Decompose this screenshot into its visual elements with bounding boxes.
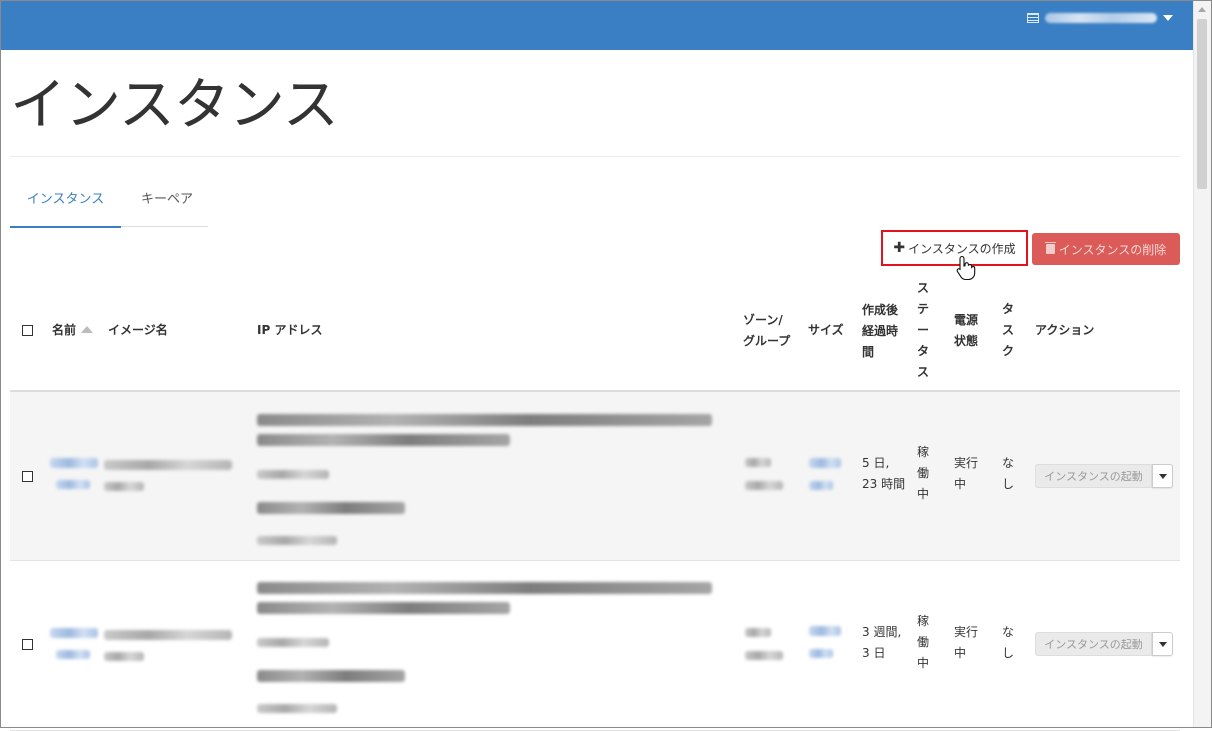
zone-redacted-2 [745,481,783,490]
vertical-scrollbar[interactable] [1193,1,1211,727]
caret-down-icon [1159,474,1167,479]
tab-instances[interactable]: インスタンス [10,182,121,228]
image-name-redacted [104,460,232,470]
ip-address-redacted-2 [257,602,510,614]
start-instance-button[interactable]: インスタンスの起動 [1035,632,1152,656]
size-redacted-2[interactable] [809,481,833,490]
power-state-cell: 実行 中 [954,456,979,491]
user-menu[interactable] [1027,13,1173,23]
size-redacted[interactable] [809,626,841,636]
ip-address-redacted-2 [257,434,510,446]
page-title: インスタンス [10,73,339,138]
hand-pointer-cursor-icon [956,255,976,281]
column-age-header[interactable]: 作成後 経過時 間 [862,300,898,363]
column-zone-header[interactable]: ゾーン/ グループ [743,310,790,352]
create-instance-label: インスタンスの作成 [908,241,1016,256]
column-size-header[interactable]: サイズ [808,320,844,340]
trash-icon [1044,242,1056,254]
image-name-redacted-2 [104,482,144,491]
table-row[interactable]: 3 週間, 3 日 稼働中 実行 中 なし インスタンスの起動 [10,562,1180,731]
ip-label-redacted [257,470,329,479]
size-redacted-2[interactable] [809,649,833,658]
status-cell: 稼働中 [916,445,929,501]
instance-name-redacted[interactable] [50,458,98,468]
instance-name-redacted-2[interactable] [56,650,90,659]
delete-instances-button[interactable]: インスタンスの削除 [1032,233,1180,265]
ip-address-redacted [257,414,712,426]
task-cell: なし [1001,456,1014,491]
top-navbar [1,1,1193,50]
image-name-redacted [104,630,232,640]
age-cell: 5 日, 23 時間 [862,456,906,491]
instance-name-redacted-2[interactable] [56,480,90,489]
floating-ip-label-redacted [257,536,337,545]
row-checkbox[interactable] [22,471,33,482]
column-status-header[interactable]: ステータス [916,278,930,383]
actions-dropdown-toggle[interactable] [1152,632,1173,656]
zone-redacted [745,458,771,467]
power-state-cell: 実行 中 [954,625,979,660]
scroll-up-arrow-icon[interactable] [1198,7,1206,12]
floating-ip-redacted [257,502,405,514]
floating-ip-label-redacted [257,704,337,713]
user-name-redacted [1045,13,1157,23]
column-image-header[interactable]: イメージ名 [108,320,168,340]
ip-label-redacted [257,638,329,647]
column-power-header[interactable]: 電源 状態 [954,310,978,352]
column-ip-header[interactable]: IP アドレス [257,320,322,340]
zone-redacted [745,628,771,637]
table-header: 名前 イメージ名 IP アドレス ゾーン/ グループ サイズ 作成後 経過時 間… [10,276,1180,392]
delete-instances-label: インスタンスの削除 [1058,242,1167,257]
status-cell: 稼働中 [916,614,929,670]
column-task-header[interactable]: タスク [1001,299,1015,362]
image-name-redacted-2 [104,652,144,661]
sort-asc-icon[interactable] [81,326,94,333]
row-checkbox[interactable] [22,639,33,650]
floating-ip-redacted [257,670,405,682]
ip-address-redacted [257,582,712,594]
scroll-thumb[interactable] [1197,19,1207,189]
size-redacted[interactable] [809,458,841,468]
tab-keypairs[interactable]: キーペア [141,182,193,226]
column-name-label: 名前 [52,323,77,337]
instance-name-redacted[interactable] [50,628,98,638]
column-actions-header: アクション [1035,323,1095,337]
caret-down-icon [1159,642,1167,647]
plus-icon: ✚ [893,240,906,256]
column-name-header[interactable]: 名前 [52,320,94,340]
document-icon [1027,13,1039,23]
zone-redacted-2 [745,651,783,660]
tab-bar: インスタンス キーペア [10,182,208,228]
actions-dropdown-toggle[interactable] [1152,464,1173,488]
caret-down-icon [1163,15,1173,21]
start-instance-button[interactable]: インスタンスの起動 [1035,464,1152,488]
title-divider [10,156,1180,157]
select-all-checkbox[interactable] [22,325,33,336]
task-cell: なし [1001,625,1014,660]
table-row[interactable]: 5 日, 23 時間 稼働中 実行 中 なし インスタンスの起動 [10,392,1180,561]
age-cell: 3 週間, 3 日 [862,625,902,660]
